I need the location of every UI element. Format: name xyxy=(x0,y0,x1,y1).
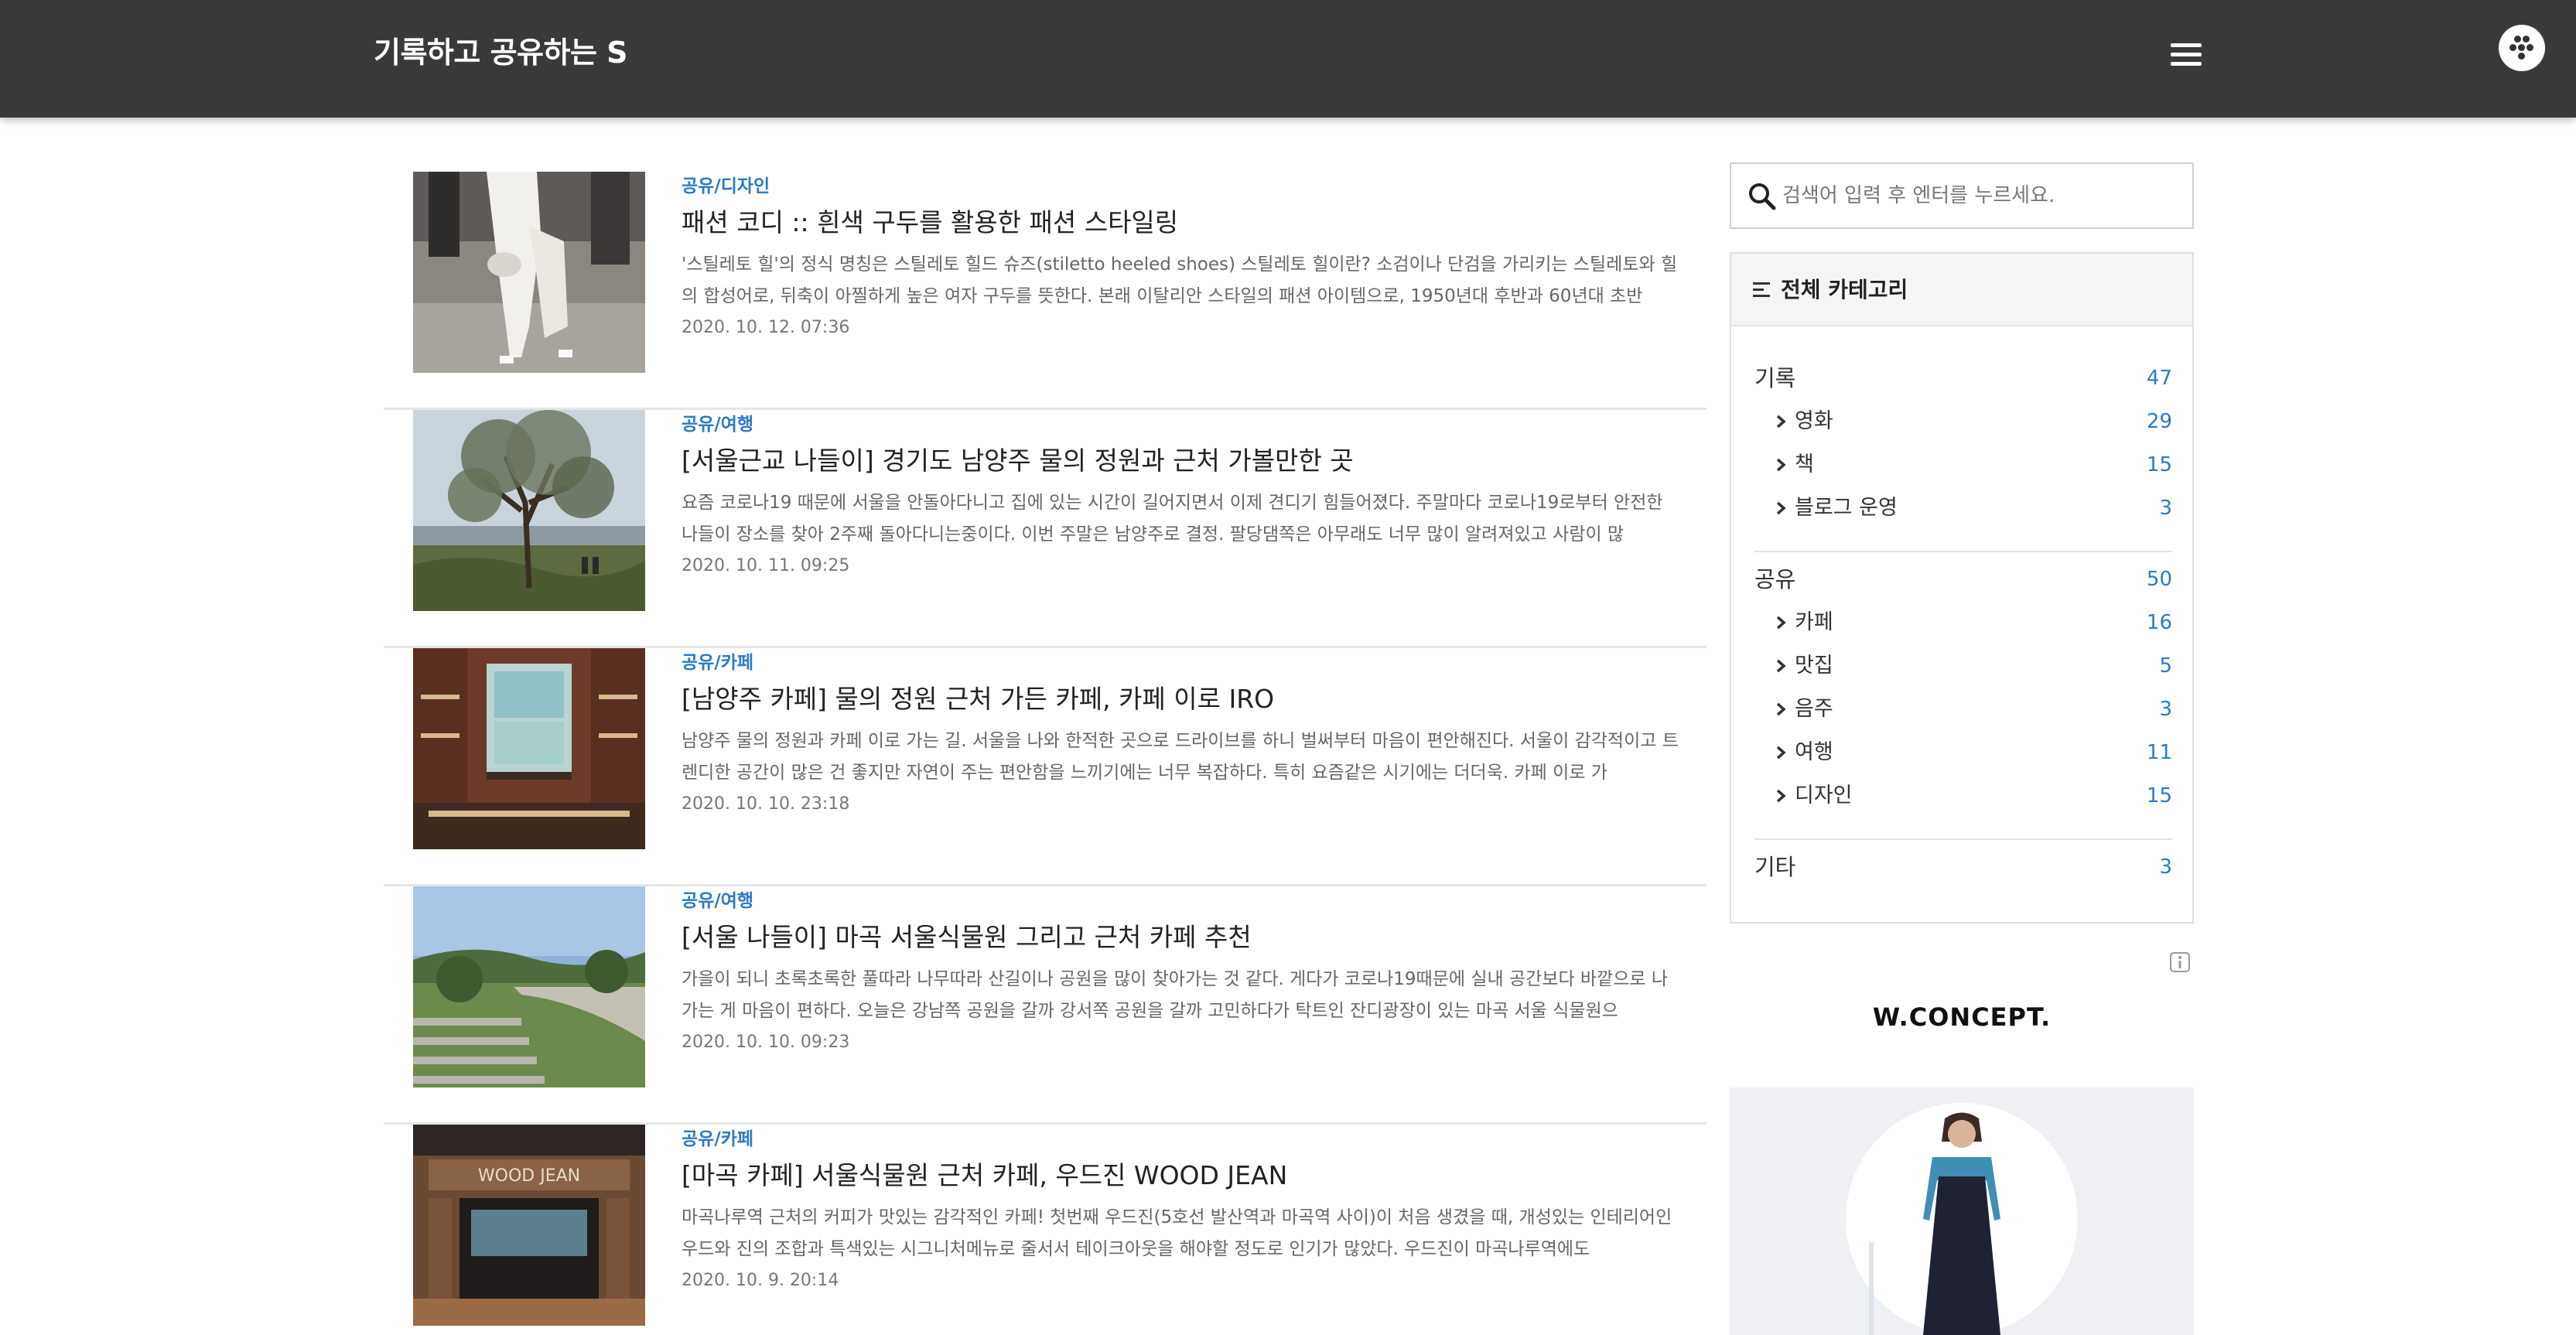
chevron-right-icon xyxy=(1776,789,1786,803)
search-icon xyxy=(1749,183,1776,210)
post-item[interactable]: WOOD JEAN 공유/카페 [마곡 카페] 서울식물원 근처 카페, 우드진… xyxy=(384,1125,1707,1335)
top-header: 기록하고 공유하는 S xyxy=(0,0,2576,118)
category-count: 50 xyxy=(2146,568,2172,591)
chevron-right-icon xyxy=(1776,616,1786,630)
category-divider xyxy=(1754,838,2172,840)
ad-brand-logo[interactable]: W.CONCEPT. xyxy=(1730,998,2194,1036)
category-item-label[interactable]: 영화 xyxy=(1795,404,1833,439)
post-excerpt[interactable]: 남양주 물의 정원과 카페 이로 가는 길. 서울을 나와 한적한 곳으로 드라… xyxy=(682,726,1679,789)
post-thumbnail[interactable] xyxy=(413,410,645,611)
chevron-right-icon xyxy=(1776,746,1786,760)
category-item-label[interactable]: 카페 xyxy=(1795,605,1833,640)
post-item[interactable]: 공유/여행 [서울 나들이] 마곡 서울식물원 그리고 근처 카페 추천 가을이… xyxy=(384,886,1707,1125)
blog-title[interactable]: 기록하고 공유하는 S xyxy=(374,29,628,76)
post-date: 2020. 10. 11. 09:25 xyxy=(682,556,850,575)
category-divider xyxy=(1754,551,2172,552)
chevron-right-icon xyxy=(1776,415,1786,428)
category-item-label[interactable]: 블로그 운영 xyxy=(1795,490,1898,526)
post-item[interactable]: 공유/카페 [남양주 카페] 물의 정원 근처 가든 카페, 카페 이로 IRO… xyxy=(384,648,1707,886)
post-title[interactable]: [마곡 카페] 서울식물원 근처 카페, 우드진 WOOD JEAN xyxy=(682,1157,1679,1194)
category-count: 3 xyxy=(2159,855,2172,879)
post-title[interactable]: [서울 나들이] 마곡 서울식물원 그리고 근처 카페 추천 xyxy=(682,919,1679,956)
wood-jean-sign: WOOD JEAN xyxy=(478,1166,580,1186)
post-date: 2020. 10. 10. 23:18 xyxy=(682,794,850,814)
category-panel: 전체 카테고리 기록 47 영화 29 책 15 블로그 운영 3 공유 50 … xyxy=(1730,252,2194,924)
category-item-book[interactable]: 책 15 xyxy=(1773,447,2172,483)
category-item-movie[interactable]: 영화 29 xyxy=(1773,404,2172,439)
ad-banner-image[interactable] xyxy=(1730,1087,2194,1335)
category-item-drinks[interactable]: 음주 3 xyxy=(1773,691,2172,727)
category-group-etc[interactable]: 기타 3 xyxy=(1754,848,2172,886)
category-name[interactable]: 공유 xyxy=(1754,560,1795,599)
post-item[interactable]: 공유/디자인 패션 코디 :: 흰색 구두를 활용한 패션 스타일링 '스틸레토… xyxy=(384,172,1707,410)
category-item-cafe[interactable]: 카페 16 xyxy=(1773,605,2172,640)
category-item-count: 16 xyxy=(2146,611,2172,634)
post-title[interactable]: [서울근교 나들이] 경기도 남양주 물의 정원과 근처 가볼만한 곳 xyxy=(682,442,1679,480)
post-thumbnail[interactable]: WOOD JEAN xyxy=(413,1125,645,1326)
category-item-count: 15 xyxy=(2146,453,2172,476)
chevron-right-icon xyxy=(1776,659,1786,673)
post-title[interactable]: 패션 코디 :: 흰색 구두를 활용한 패션 스타일링 xyxy=(682,204,1679,241)
post-date: 2020. 10. 12. 07:36 xyxy=(682,318,850,337)
profile-dots-icon[interactable] xyxy=(2499,25,2545,71)
post-excerpt[interactable]: 요즘 코로나19 때문에 서울을 안돌아다니고 집에 있는 시간이 길어지면서 … xyxy=(682,487,1679,551)
info-icon[interactable] xyxy=(2169,951,2191,973)
category-item-travel[interactable]: 여행 11 xyxy=(1773,735,2172,770)
post-excerpt[interactable]: '스틸레토 힐'의 정식 명칭은 스틸레토 힐드 슈즈(stiletto hee… xyxy=(682,249,1679,312)
hamburger-menu-icon[interactable] xyxy=(2171,42,2202,68)
category-name[interactable]: 기록 xyxy=(1754,359,1795,398)
chevron-right-icon xyxy=(1776,702,1786,716)
post-category[interactable]: 공유/디자인 xyxy=(682,175,1679,198)
category-item-blog[interactable]: 블로그 운영 3 xyxy=(1773,490,2172,526)
category-item-label[interactable]: 여행 xyxy=(1795,735,1833,770)
chevron-right-icon xyxy=(1776,458,1786,472)
category-header: 전체 카테고리 xyxy=(1731,254,2192,326)
category-item-count: 3 xyxy=(2159,497,2172,520)
category-item-count: 15 xyxy=(2146,784,2172,807)
category-name[interactable]: 기타 xyxy=(1754,848,1795,886)
post-excerpt[interactable]: 가을이 되니 초록초록한 풀따라 나무따라 산길이나 공원을 많이 찾아가는 것… xyxy=(682,964,1679,1027)
post-thumbnail[interactable] xyxy=(413,172,645,373)
post-thumbnail[interactable] xyxy=(413,648,645,849)
category-heading: 전체 카테고리 xyxy=(1781,277,1908,302)
post-item[interactable]: 공유/여행 [서울근교 나들이] 경기도 남양주 물의 정원과 근처 가볼만한 … xyxy=(384,410,1707,648)
category-item-count: 11 xyxy=(2146,741,2172,764)
list-icon xyxy=(1753,282,1770,297)
category-item-count: 29 xyxy=(2146,410,2172,433)
post-category[interactable]: 공유/여행 xyxy=(682,889,1679,913)
category-count: 47 xyxy=(2146,367,2172,390)
category-item-count: 5 xyxy=(2159,654,2172,678)
chevron-right-icon xyxy=(1776,501,1786,515)
post-category[interactable]: 공유/카페 xyxy=(682,651,1679,674)
category-item-design[interactable]: 디자인 15 xyxy=(1773,778,2172,814)
post-category[interactable]: 공유/카페 xyxy=(682,1128,1679,1151)
search-box[interactable] xyxy=(1730,162,2194,229)
category-group-share[interactable]: 공유 50 xyxy=(1754,560,2172,599)
category-item-label[interactable]: 책 xyxy=(1795,447,1814,483)
post-thumbnail[interactable] xyxy=(413,886,645,1087)
category-item-count: 3 xyxy=(2159,698,2172,721)
post-date: 2020. 10. 10. 09:23 xyxy=(682,1033,850,1052)
category-item-label[interactable]: 음주 xyxy=(1795,691,1833,727)
category-item-label[interactable]: 디자인 xyxy=(1795,778,1853,814)
post-date: 2020. 10. 9. 20:14 xyxy=(682,1271,839,1290)
post-title[interactable]: [남양주 카페] 물의 정원 근처 가든 카페, 카페 이로 IRO xyxy=(682,681,1679,718)
post-excerpt[interactable]: 마곡나루역 근처의 커피가 맛있는 감각적인 카페! 첫번째 우드진(5호선 발… xyxy=(682,1202,1679,1265)
category-item-label[interactable]: 맛집 xyxy=(1795,648,1833,684)
category-item-restaurant[interactable]: 맛집 5 xyxy=(1773,648,2172,684)
post-category[interactable]: 공유/여행 xyxy=(682,413,1679,436)
category-group-record[interactable]: 기록 47 xyxy=(1754,359,2172,398)
search-input[interactable] xyxy=(1782,178,2177,213)
